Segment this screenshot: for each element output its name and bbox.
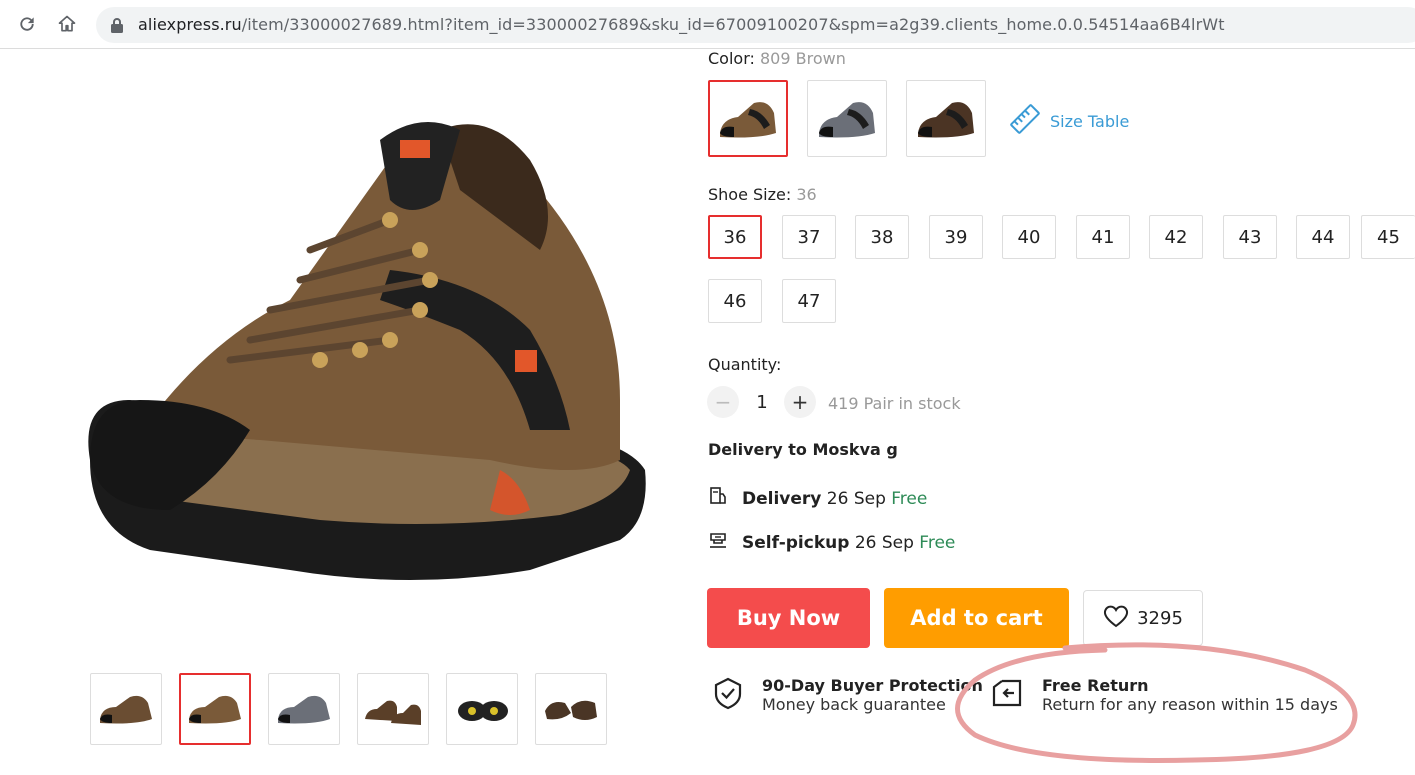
quantity-label: Quantity: — [708, 355, 782, 374]
color-option-dark-brown[interactable] — [906, 80, 986, 157]
size-option-45[interactable]: 45 — [1361, 215, 1415, 259]
color-label-text: Color: — [708, 49, 755, 68]
url-text[interactable]: aliexpress.ru/item/33000027689.html?item… — [138, 15, 1225, 34]
delivery-title: Delivery to Moskva g — [708, 440, 898, 459]
size-label: Shoe Size: 36 — [708, 185, 817, 204]
thumbnail-2[interactable] — [179, 673, 251, 745]
size-option-37[interactable]: 37 — [782, 215, 836, 259]
size-option-47[interactable]: 47 — [782, 279, 836, 323]
thumbnail-3[interactable] — [268, 673, 340, 745]
ruler-icon — [1008, 102, 1042, 140]
add-to-cart-button[interactable]: Add to cart — [884, 588, 1069, 648]
stock-text: 419 Pair in stock — [828, 394, 961, 413]
thumbnail-1[interactable] — [90, 673, 162, 745]
color-option-brown[interactable] — [708, 80, 788, 157]
annotation-ellipse — [955, 642, 1358, 763]
url-host: aliexpress.ru — [138, 15, 242, 34]
quantity-increase-button[interactable]: + — [784, 386, 816, 418]
pickup-date: 26 Sep — [854, 532, 914, 553]
delivery-label: Delivery — [742, 488, 822, 509]
size-value: 36 — [796, 185, 817, 204]
address-bar[interactable]: aliexpress.ru/item/33000027689.html?item… — [96, 7, 1415, 43]
size-table-link[interactable]: Size Table — [1008, 102, 1129, 140]
size-option-39[interactable]: 39 — [929, 215, 983, 259]
delivery-icon — [708, 486, 728, 511]
reload-icon[interactable] — [14, 11, 40, 37]
main-product-image[interactable] — [60, 100, 660, 600]
color-label: Color: 809 Brown — [708, 49, 846, 68]
quantity-value[interactable]: 1 — [752, 392, 772, 413]
color-option-grey[interactable] — [807, 80, 887, 157]
size-option-43[interactable]: 43 — [1223, 215, 1277, 259]
lock-icon[interactable] — [110, 17, 124, 37]
heart-icon — [1103, 604, 1129, 633]
quantity-decrease-button[interactable]: − — [707, 386, 739, 418]
buy-now-button[interactable]: Buy Now — [707, 588, 870, 648]
pickup-row: Self-pickup 26 Sep Free — [708, 530, 955, 555]
pickup-price: Free — [919, 532, 956, 553]
delivery-date: 26 Sep — [826, 488, 886, 509]
size-option-41[interactable]: 41 — [1076, 215, 1130, 259]
size-option-40[interactable]: 40 — [1002, 215, 1056, 259]
size-option-42[interactable]: 42 — [1149, 215, 1203, 259]
thumbnail-5[interactable] — [446, 673, 518, 745]
url-path: /item/33000027689.html?item_id=330000276… — [241, 15, 1225, 34]
buyer-protection: 90-Day Buyer Protection Money back guara… — [712, 676, 983, 714]
thumbnail-4[interactable] — [357, 673, 429, 745]
delivery-price: Free — [891, 488, 928, 509]
shield-check-icon — [712, 676, 744, 714]
home-icon[interactable] — [54, 11, 80, 37]
size-table-label: Size Table — [1050, 111, 1130, 131]
delivery-row: Delivery 26 Sep Free — [708, 486, 927, 511]
size-label-text: Shoe Size: — [708, 185, 792, 204]
color-value: 809 Brown — [759, 49, 846, 68]
browser-toolbar: aliexpress.ru/item/33000027689.html?item… — [0, 0, 1415, 49]
pickup-icon — [708, 530, 728, 555]
wishlist-button[interactable]: 3295 — [1083, 590, 1203, 646]
size-option-44[interactable]: 44 — [1296, 215, 1350, 259]
wishlist-count: 3295 — [1137, 607, 1183, 629]
size-option-46[interactable]: 46 — [708, 279, 762, 323]
size-option-36[interactable]: 36 — [708, 215, 762, 259]
size-option-38[interactable]: 38 — [855, 215, 909, 259]
pickup-label: Self-pickup — [742, 532, 850, 553]
thumbnail-strip — [90, 673, 607, 745]
thumbnail-6[interactable] — [535, 673, 607, 745]
